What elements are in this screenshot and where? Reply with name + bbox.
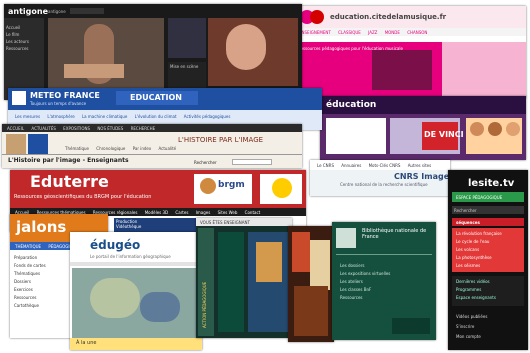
lesite-menu-item[interactable]: Dernières vidéos bbox=[456, 278, 496, 286]
lesite-footer-item[interactable]: S'inscrire bbox=[456, 322, 487, 332]
lesite-menu-item[interactable]: Espace enseignants bbox=[456, 294, 496, 302]
lesite-footer-item[interactable]: Mon compte bbox=[456, 332, 487, 342]
meteo-nav-item[interactable]: La machine climatique bbox=[79, 114, 130, 119]
antigone-caption: Mise en scène bbox=[170, 64, 199, 69]
artwork-screenshot bbox=[288, 226, 334, 342]
histoire-toolbar-item[interactable]: EXPOSITIONS bbox=[60, 126, 93, 131]
jalons-menu-item[interactable]: Thématiques bbox=[14, 270, 46, 278]
antigone-nav-item[interactable]: Ressources bbox=[6, 45, 29, 52]
cnrs-nav-item[interactable]: Annuaires bbox=[338, 163, 364, 168]
meteo-nav-item[interactable]: L'évolution du climat bbox=[132, 114, 180, 119]
education-musique-screenshot: education.citedelamusique.fr ENSEIGNEMEN… bbox=[292, 6, 526, 98]
histoire-toolbar-item[interactable]: ACCUEIL bbox=[4, 126, 27, 131]
bnf-item[interactable]: Les classes BnF bbox=[340, 286, 390, 294]
jalons-menu-item[interactable]: Préparation bbox=[14, 254, 46, 262]
education-channel-banner[interactable]: DE VINCI bbox=[424, 130, 464, 139]
lesite-brand[interactable]: lesite.tv bbox=[468, 178, 514, 189]
lesite-search[interactable]: Rechercher bbox=[454, 208, 477, 213]
histoire-toolbar-item[interactable]: NOS ÉTUDES bbox=[94, 126, 126, 131]
histoire-tab[interactable]: Par index bbox=[130, 146, 155, 151]
histoire-toolbar-item[interactable]: ACTUALITÉS bbox=[28, 126, 58, 131]
jalons-menu-item[interactable]: Cartothèque bbox=[14, 302, 46, 310]
musique-tab[interactable]: MONDE bbox=[382, 30, 403, 35]
cnrs-nav-item[interactable]: Mots-Clés CNRS bbox=[366, 163, 404, 168]
eduterre-brgm-logo: brgm bbox=[218, 180, 245, 190]
eduterre-subtitle: Ressources géoscientifiques du BRGM pour… bbox=[14, 194, 152, 200]
jalons-logo[interactable]: jalons bbox=[16, 218, 66, 236]
education-channel-logo[interactable]: éducation bbox=[326, 100, 376, 110]
lesite-menu-item[interactable]: Programmes bbox=[456, 286, 496, 294]
jalons-menu-item[interactable]: Ressources bbox=[14, 294, 46, 302]
antigone-nav-item[interactable]: Accueil bbox=[6, 24, 29, 31]
edugeo-screenshot: édugéo Le portail de l'information géogr… bbox=[70, 232, 202, 350]
bnf-item[interactable]: Les ateliers bbox=[340, 278, 390, 286]
eduterre-title[interactable]: Eduterre bbox=[30, 172, 109, 191]
cnrs-screenshot: Le CNRS Annuaires Mots-Clés CNRS Autres … bbox=[310, 160, 450, 196]
histoire-toolbar-item[interactable]: RECHERCHE bbox=[128, 126, 159, 131]
meteo-nav-item[interactable]: Activités pédagogiques bbox=[181, 114, 234, 119]
cnrs-nav-item[interactable]: Le CNRS bbox=[314, 163, 337, 168]
musique-tab[interactable]: CHANSON bbox=[404, 30, 430, 35]
eduterre-nav-item[interactable]: Contact bbox=[242, 210, 264, 215]
histoire-tab[interactable]: Thématique bbox=[62, 146, 92, 151]
antigone-logo[interactable]: antigone bbox=[8, 7, 48, 16]
eduterre-nav-item[interactable]: Sites Web bbox=[215, 210, 241, 215]
lesite-section[interactable]: séquences bbox=[456, 220, 480, 225]
histoire-tab[interactable]: Actualité bbox=[155, 146, 179, 151]
bnf-item[interactable]: Les expositions virtuelles bbox=[340, 270, 390, 278]
lesite-tv-screenshot: lesite.tv ESPACE PÉDAGOGIQUE Rechercher … bbox=[448, 170, 528, 350]
histoire-title[interactable]: L'HISTOIRE PAR L'IMAGE bbox=[178, 136, 263, 144]
lesite-item[interactable]: Les séismes bbox=[456, 262, 502, 270]
lesite-item[interactable]: La photosynthèse bbox=[456, 254, 502, 262]
lesite-item[interactable]: Le cycle de l'eau bbox=[456, 238, 502, 246]
jalons-menu-item[interactable]: Dossiers bbox=[14, 278, 46, 286]
eduterre-nav-item[interactable]: Images bbox=[193, 210, 214, 215]
meteo-brand[interactable]: METEO FRANCE bbox=[30, 91, 100, 100]
histoire-page-title: L'Histoire par l'image - Enseignants bbox=[8, 157, 129, 164]
lesite-footer-item[interactable]: Vidéos publiées bbox=[456, 312, 487, 322]
meteo-section[interactable]: EDUCATION bbox=[130, 93, 182, 102]
edugeo-footer[interactable]: À la une bbox=[76, 340, 96, 346]
bnf-screenshot: Bibliothèque nationale de France Les dos… bbox=[332, 222, 436, 340]
bnf-title[interactable]: Bibliothèque nationale de France bbox=[362, 228, 430, 240]
antigone-logo-sub: antigone bbox=[48, 9, 66, 14]
enseignant-screenshot: VOUS ÊTES ENSEIGNANT ACTION PÉDAGOGIQUE bbox=[196, 218, 292, 338]
bnf-item[interactable]: Ressources bbox=[340, 294, 390, 302]
jalons-menu-item[interactable]: Exercices bbox=[14, 286, 46, 294]
cnrs-brand[interactable]: CNRS Images bbox=[394, 172, 450, 181]
histoire-search[interactable]: Rechercher bbox=[194, 160, 217, 165]
jalons-menu-item[interactable]: Fonds de cartes bbox=[14, 262, 46, 270]
enseignant-vertical: ACTION PÉDAGOGIQUE bbox=[202, 281, 207, 328]
histoire-image-screenshot: ACCUEIL ACTUALITÉS EXPOSITIONS NOS ÉTUDE… bbox=[2, 124, 302, 168]
eduterre-nav-item[interactable]: Cartes bbox=[172, 210, 191, 215]
musique-tab[interactable]: JAZZ bbox=[365, 30, 380, 35]
bnf-item[interactable]: Les dossiers bbox=[340, 262, 390, 270]
edugeo-logo[interactable]: édugéo bbox=[90, 238, 140, 252]
cnrs-subtitle: Centre national de la recherche scientif… bbox=[340, 182, 428, 187]
musique-headline: Ressources pédagogiques pour l'éducation… bbox=[298, 46, 403, 51]
meteo-nav-item[interactable]: Les mesures bbox=[12, 114, 43, 119]
antigone-nav-item[interactable]: Les acteurs bbox=[6, 38, 29, 45]
histoire-tab[interactable]: Chronologique bbox=[93, 146, 128, 151]
lesite-item[interactable]: La révolution française bbox=[456, 230, 502, 238]
meteo-slogan: Toujours un temps d'avance bbox=[30, 101, 87, 106]
meteo-nav-item[interactable]: L'atmosphère bbox=[44, 114, 77, 119]
eduterre-nav-item[interactable]: Modèles 3D bbox=[142, 210, 171, 215]
eduterre-menu-item[interactable]: Vidéothèque bbox=[116, 224, 141, 229]
musique-tab[interactable]: CLASSIQUE bbox=[335, 30, 364, 35]
cnrs-nav-item[interactable]: Autres sites bbox=[405, 163, 435, 168]
enseignant-header: VOUS ÊTES ENSEIGNANT bbox=[200, 220, 250, 225]
antigone-nav-item[interactable]: Le film bbox=[6, 31, 29, 38]
histoire-search-input[interactable] bbox=[232, 159, 272, 165]
musique-title[interactable]: education.citedelamusique.fr bbox=[330, 13, 446, 21]
jalons-tab[interactable]: THÉMATIQUE bbox=[12, 244, 44, 249]
antigone-screenshot: antigone antigone Mise en scène Accueil … bbox=[4, 4, 302, 100]
lesite-item[interactable]: Les volcans bbox=[456, 246, 502, 254]
edugeo-subtitle: Le portail de l'information géographique bbox=[90, 254, 171, 259]
lesite-subtitle: ESPACE PÉDAGOGIQUE bbox=[456, 195, 503, 200]
education-channel-screenshot: éducation DE VINCI bbox=[320, 96, 526, 160]
